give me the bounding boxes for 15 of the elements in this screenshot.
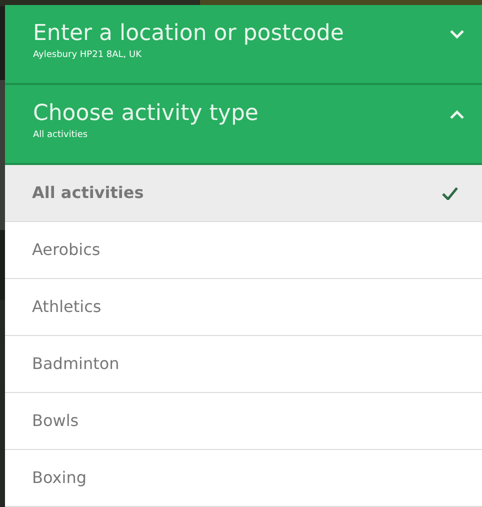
activity-option[interactable]: Badminton bbox=[5, 336, 482, 393]
section-title: Enter a location or postcode bbox=[33, 20, 344, 48]
activity-option[interactable]: Boxing bbox=[5, 450, 482, 507]
activity-option[interactable]: Aerobics bbox=[5, 222, 482, 279]
chevron-up-icon bbox=[450, 110, 464, 119]
chevron-down-icon bbox=[450, 30, 464, 39]
accordion-header[interactable]: Choose activity type All activities bbox=[5, 85, 482, 165]
section-value: All activities bbox=[33, 129, 89, 142]
section-value: Aylesbury HP21 8AL, UK bbox=[33, 49, 143, 62]
checkmark-icon bbox=[442, 186, 458, 200]
activity-option[interactable]: Bowls bbox=[5, 393, 482, 450]
activity-option[interactable]: Athletics bbox=[5, 279, 482, 336]
accordion-header[interactable]: Enter a location or postcode Aylesbury HP21 8AL, UK bbox=[5, 5, 482, 85]
section-title: Choose activity type bbox=[33, 100, 258, 128]
activity-option[interactable]: All activities bbox=[5, 165, 482, 222]
